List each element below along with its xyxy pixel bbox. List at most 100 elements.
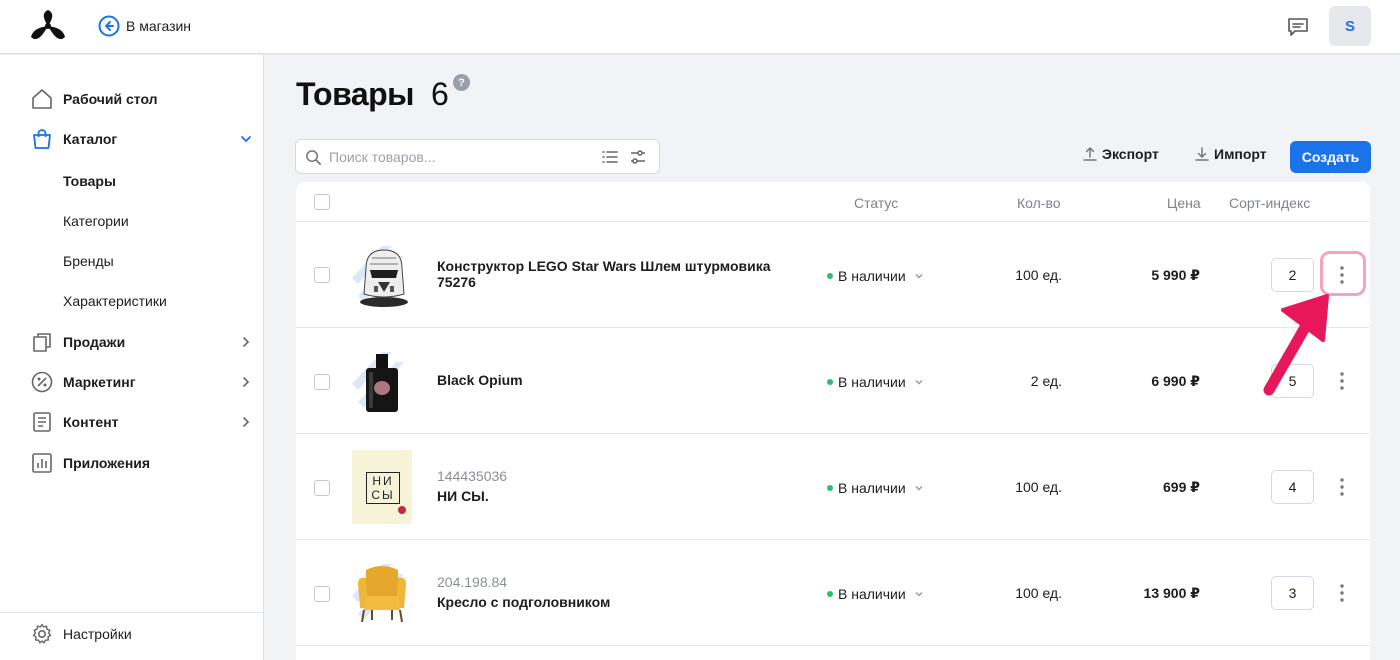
sales-icon <box>33 333 51 352</box>
chat-icon[interactable] <box>1286 15 1310 39</box>
product-thumbnail-helmet[interactable] <box>352 238 412 312</box>
list-view-icon[interactable] <box>601 148 619 166</box>
sidebar-item-label: Маркетинг <box>63 374 136 390</box>
more-vertical-icon <box>1340 478 1344 496</box>
product-code: 144435036 <box>437 468 508 484</box>
download-icon <box>1195 147 1209 161</box>
select-all-checkbox[interactable] <box>314 194 330 210</box>
sidebar-item-sales[interactable]: Продажи <box>0 325 264 359</box>
table-header: Статус Кол-во Цена Сорт-индекс <box>296 182 1370 222</box>
sort-index-input[interactable] <box>1271 470 1314 504</box>
product-qty: 100 ед. <box>1015 267 1062 283</box>
table-row[interactable]: 204.198.84 Кресло с подголовником В нали… <box>296 540 1370 646</box>
sort-index-input[interactable] <box>1271 364 1314 398</box>
table-row[interactable]: НИ СЫ 144435036 НИ СЫ. В наличии 100 ед.… <box>296 434 1370 540</box>
chevron-down-icon <box>915 486 923 491</box>
more-vertical-icon <box>1340 372 1344 390</box>
sidebar-item-dashboard[interactable]: Рабочий стол <box>0 82 264 116</box>
row-checkbox[interactable] <box>314 267 330 283</box>
status-dropdown[interactable]: В наличии <box>827 374 924 390</box>
filter-sliders-icon[interactable] <box>629 148 647 166</box>
product-thumbnail-chair[interactable] <box>352 556 412 630</box>
import-label: Импорт <box>1214 146 1267 162</box>
column-header-price[interactable]: Цена <box>1167 195 1201 211</box>
chevron-right-icon <box>243 377 250 387</box>
row-checkbox[interactable] <box>314 480 330 496</box>
chevron-right-icon <box>243 337 250 347</box>
column-header-sort-index[interactable]: Сорт-индекс <box>1229 195 1310 211</box>
logo-icon[interactable] <box>28 8 68 44</box>
status-dropdown[interactable]: В наличии <box>827 586 924 602</box>
document-icon <box>33 412 51 432</box>
status-label: В наличии <box>838 374 906 390</box>
products-table: Статус Кол-во Цена Сорт-индекс Конструкт… <box>296 182 1370 660</box>
product-qty: 2 ед. <box>1030 373 1062 389</box>
export-button[interactable]: Экспорт <box>1082 146 1159 162</box>
sidebar-item-label: Настройки <box>63 626 132 642</box>
product-thumbnail-perfume[interactable] <box>352 344 412 418</box>
product-thumbnail-book[interactable]: НИ СЫ <box>352 450 412 524</box>
sidebar-item-label: Рабочий стол <box>63 91 158 107</box>
row-more-button[interactable] <box>1329 364 1355 398</box>
back-to-store-link[interactable]: В магазин <box>98 15 191 37</box>
help-icon[interactable]: ? <box>453 74 470 91</box>
book-cover-line: СЫ <box>371 488 395 502</box>
table-row[interactable]: Конструктор LEGO Star Wars Шлем штурмови… <box>296 222 1370 328</box>
row-more-button[interactable] <box>1329 258 1355 292</box>
sidebar-subitem-categories[interactable]: Категории <box>63 213 129 229</box>
table-row[interactable]: Black Opium В наличии 2 ед. 6 990 ₽ <box>296 328 1370 434</box>
sidebar-subitem-products[interactable]: Товары <box>63 173 116 189</box>
product-name[interactable]: Кресло с подголовником <box>437 594 777 610</box>
product-price: 6 990 ₽ <box>1151 373 1200 389</box>
store-link-label: В магазин <box>126 18 192 34</box>
import-button[interactable]: Импорт <box>1194 146 1267 162</box>
column-header-qty[interactable]: Кол-во <box>1017 195 1061 211</box>
search-input[interactable] <box>329 146 589 168</box>
in-stock-dot <box>827 485 833 491</box>
status-dropdown[interactable]: В наличии <box>827 480 924 496</box>
shopping-bag-icon <box>33 129 51 149</box>
status-label: В наличии <box>838 480 906 496</box>
book-cover-line: НИ <box>372 474 394 488</box>
bar-chart-icon <box>32 453 52 473</box>
sort-index-input[interactable] <box>1271 576 1314 610</box>
percent-icon <box>31 371 53 393</box>
in-stock-dot <box>827 273 833 279</box>
sidebar-item-marketing[interactable]: Маркетинг <box>0 365 264 399</box>
product-name[interactable]: Black Opium <box>437 372 777 388</box>
sidebar-item-apps[interactable]: Приложения <box>0 446 264 480</box>
sidebar-item-label: Приложения <box>63 455 151 471</box>
product-qty: 100 ед. <box>1015 585 1062 601</box>
create-button[interactable]: Создать <box>1290 141 1371 173</box>
row-checkbox[interactable] <box>314 374 330 390</box>
sidebar-item-content[interactable]: Контент <box>0 405 264 439</box>
product-price: 13 900 ₽ <box>1143 585 1200 601</box>
more-vertical-icon <box>1340 584 1344 602</box>
sidebar-item-settings[interactable]: Настройки <box>0 617 264 651</box>
product-name[interactable]: НИ СЫ. <box>437 488 777 504</box>
chevron-down-icon <box>241 136 251 143</box>
row-checkbox[interactable] <box>314 586 330 602</box>
sort-index-input[interactable] <box>1271 258 1314 292</box>
product-name[interactable]: Конструктор LEGO Star Wars Шлем штурмови… <box>437 258 777 290</box>
product-price: 699 ₽ <box>1163 479 1200 495</box>
sidebar-subitem-brands[interactable]: Бренды <box>63 253 114 269</box>
status-label: В наличии <box>838 268 906 284</box>
product-price: 5 990 ₽ <box>1151 267 1200 283</box>
search-box <box>295 139 660 174</box>
in-stock-dot <box>827 379 833 385</box>
status-dropdown[interactable]: В наличии <box>827 268 924 284</box>
row-more-button[interactable] <box>1329 470 1355 504</box>
sidebar-item-catalog[interactable]: Каталог <box>0 122 264 156</box>
product-qty: 100 ед. <box>1015 479 1062 495</box>
upload-icon <box>1083 147 1097 161</box>
column-header-status[interactable]: Статус <box>854 195 898 211</box>
sidebar-subitem-attributes[interactable]: Характеристики <box>63 293 167 309</box>
sidebar-item-label: Каталог <box>63 131 118 147</box>
search-icon <box>306 150 321 165</box>
chevron-down-icon <box>915 592 923 597</box>
book-sticker <box>398 506 406 514</box>
avatar[interactable]: S <box>1329 6 1371 46</box>
row-more-button[interactable] <box>1329 576 1355 610</box>
export-label: Экспорт <box>1102 146 1159 162</box>
